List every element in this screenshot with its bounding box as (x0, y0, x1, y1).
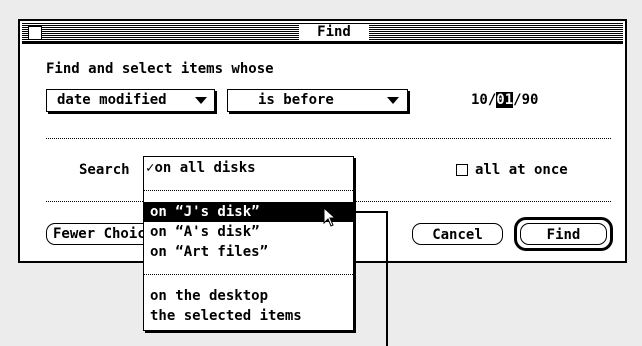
callout-line (355, 211, 388, 346)
cursor-arrow-icon (323, 207, 337, 227)
